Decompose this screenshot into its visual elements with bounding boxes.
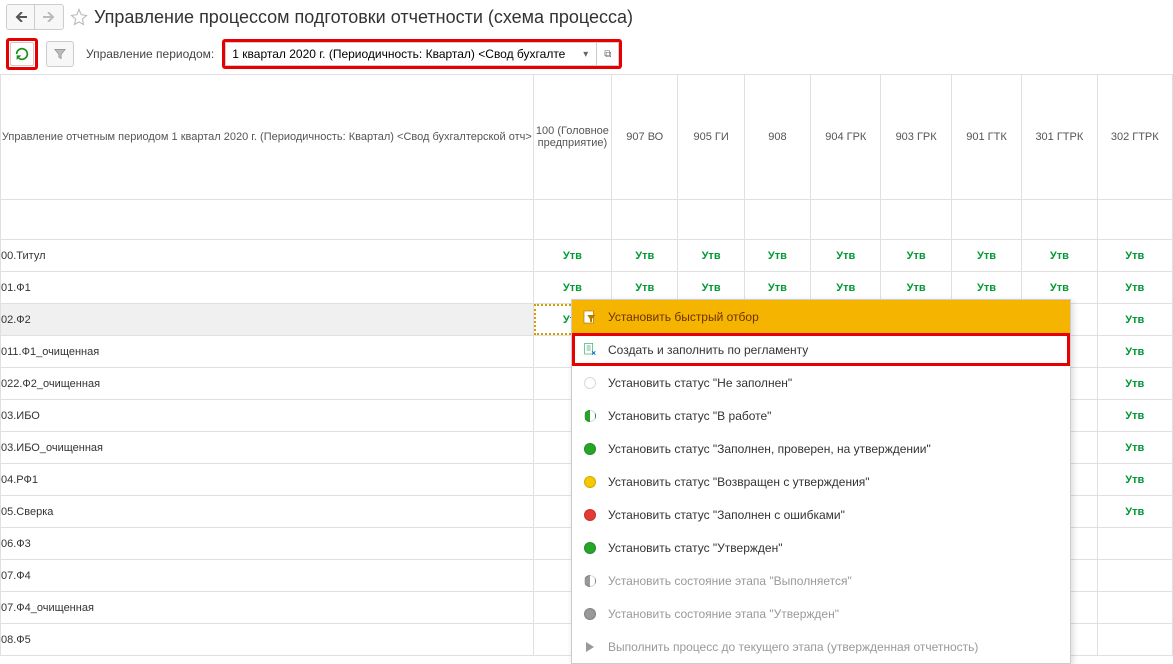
- context-menu-item-label: Выполнить процесс до текущего этапа (утв…: [608, 640, 978, 654]
- status-cell[interactable]: Утв: [1097, 304, 1172, 336]
- row-header[interactable]: 07.Ф4_очищенная: [1, 592, 534, 624]
- row-header[interactable]: 08.Ф5: [1, 624, 534, 656]
- context-menu-item-label: Установить статус "Утвержден": [608, 541, 782, 555]
- context-menu-item[interactable]: Установить статус "Утвержден": [572, 531, 1070, 564]
- context-menu-item-label: Установить статус "Заполнен с ошибками": [608, 508, 845, 522]
- refresh-button[interactable]: [10, 42, 34, 66]
- status-cell[interactable]: Утв: [1097, 272, 1172, 304]
- status-cell[interactable]: Утв: [1097, 432, 1172, 464]
- row-header[interactable]: 03.ИБО_очищенная: [1, 432, 534, 464]
- nav-back-forward: [6, 4, 64, 30]
- row-header[interactable]: 06.Ф3: [1, 528, 534, 560]
- context-menu-item: Выполнить процесс до текущего этапа (утв…: [572, 630, 1070, 663]
- refresh-icon: [14, 46, 30, 62]
- context-menu-item-label: Установить статус "В работе": [608, 409, 771, 423]
- status-cell[interactable]: Утв: [951, 240, 1021, 272]
- context-menu-item[interactable]: Установить статус "Заполнен с ошибками": [572, 498, 1070, 531]
- status-cell[interactable]: Утв: [1097, 464, 1172, 496]
- funnel-icon: [53, 47, 67, 61]
- status-cell[interactable]: Утв: [1022, 240, 1097, 272]
- status-dot-icon: [582, 441, 598, 457]
- context-menu-item-label: Установить статус "Возвращен с утвержден…: [608, 475, 870, 489]
- refresh-highlight: [6, 38, 38, 70]
- period-dropdown-button[interactable]: ▾: [575, 42, 597, 66]
- status-cell[interactable]: Утв: [1097, 240, 1172, 272]
- status-cell[interactable]: Утв: [881, 240, 951, 272]
- col-header[interactable]: 903 ГРК: [881, 75, 951, 200]
- context-menu-item[interactable]: Установить статус "Не заполнен": [572, 366, 1070, 399]
- status-dot-icon: [582, 606, 598, 622]
- status-cell[interactable]: Утв: [1097, 496, 1172, 528]
- status-dot-icon: [582, 540, 598, 556]
- status-cell[interactable]: [1097, 560, 1172, 592]
- period-label: Управление периодом:: [86, 47, 214, 61]
- col-header[interactable]: 302 ГТРК: [1097, 75, 1172, 200]
- status-cell[interactable]: Утв: [1097, 336, 1172, 368]
- status-dot-icon: [582, 375, 598, 391]
- col-header[interactable]: 907 ВО: [612, 75, 678, 200]
- context-menu: Установить быстрый отбор Создать и заполн…: [571, 299, 1071, 664]
- period-input[interactable]: [225, 42, 575, 66]
- context-menu-item[interactable]: Установить статус "В работе": [572, 399, 1070, 432]
- row-header[interactable]: 02.Ф2: [1, 304, 534, 336]
- status-cell[interactable]: [1097, 528, 1172, 560]
- favorite-star-icon[interactable]: [70, 8, 88, 26]
- col-header[interactable]: 301 ГТРК: [1022, 75, 1097, 200]
- context-menu-item-label: Установить состояние этапа "Выполняется": [608, 574, 852, 588]
- row-header[interactable]: 022.Ф2_очищенная: [1, 368, 534, 400]
- arrow-left-icon: [15, 12, 27, 22]
- quick-filter-icon: [582, 309, 598, 325]
- status-dot-icon: [582, 408, 598, 424]
- status-cell[interactable]: Утв: [1097, 368, 1172, 400]
- context-menu-item: Установить состояние этапа "Выполняется": [572, 564, 1070, 597]
- context-menu-item-label: Создать и заполнить по регламенту: [608, 343, 808, 357]
- status-dot-icon: [582, 474, 598, 490]
- context-menu-item-label: Установить состояние этапа "Утвержден": [608, 607, 839, 621]
- context-menu-item[interactable]: Установить статус "Возвращен с утвержден…: [572, 465, 1070, 498]
- col-header[interactable]: 901 ГТК: [951, 75, 1021, 200]
- row-header[interactable]: 07.Ф4: [1, 560, 534, 592]
- row-header[interactable]: 01.Ф1: [1, 272, 534, 304]
- status-cell[interactable]: Утв: [533, 240, 611, 272]
- context-menu-item-label: Установить статус "Заполнен, проверен, н…: [608, 442, 931, 456]
- col-header[interactable]: 908: [744, 75, 810, 200]
- col-header[interactable]: 904 ГРК: [811, 75, 881, 200]
- context-menu-item: Установить состояние этапа "Утвержден": [572, 597, 1070, 630]
- context-menu-item-label: Установить статус "Не заполнен": [608, 376, 792, 390]
- play-icon: [582, 639, 598, 655]
- forward-button[interactable]: [35, 5, 63, 29]
- period-select-highlight: ▾ ⧉: [222, 39, 622, 69]
- context-menu-item[interactable]: Установить быстрый отбор: [572, 300, 1070, 333]
- row-header[interactable]: 04.РФ1: [1, 464, 534, 496]
- status-dot-icon: [582, 507, 598, 523]
- caret-down-icon: ▾: [583, 49, 588, 60]
- status-dot-icon: [582, 573, 598, 589]
- context-menu-item-label: Установить быстрый отбор: [608, 310, 759, 324]
- page-title: Управление процессом подготовки отчетнос…: [94, 7, 633, 28]
- arrow-right-icon: [43, 12, 55, 22]
- back-button[interactable]: [7, 5, 35, 29]
- row-header[interactable]: 05.Сверка: [1, 496, 534, 528]
- create-fill-icon: [582, 342, 598, 358]
- popout-icon: ⧉: [604, 49, 611, 60]
- status-cell[interactable]: [1097, 592, 1172, 624]
- col-header[interactable]: 905 ГИ: [678, 75, 744, 200]
- status-cell[interactable]: Утв: [811, 240, 881, 272]
- row-header[interactable]: 03.ИБО: [1, 400, 534, 432]
- context-menu-item[interactable]: Создать и заполнить по регламенту: [572, 333, 1070, 366]
- status-cell[interactable]: Утв: [612, 240, 678, 272]
- status-cell[interactable]: Утв: [1097, 400, 1172, 432]
- period-open-button[interactable]: ⧉: [597, 42, 619, 66]
- col-header[interactable]: 100 (Головное предприятие): [533, 75, 611, 200]
- status-cell[interactable]: Утв: [744, 240, 810, 272]
- filter-button[interactable]: [46, 41, 74, 67]
- grid-corner-header: Управление отчетным периодом 1 квартал 2…: [1, 75, 534, 200]
- context-menu-item[interactable]: Установить статус "Заполнен, проверен, н…: [572, 432, 1070, 465]
- row-header[interactable]: 011.Ф1_очищенная: [1, 336, 534, 368]
- row-header[interactable]: 00.Титул: [1, 240, 534, 272]
- status-cell[interactable]: Утв: [678, 240, 744, 272]
- status-cell[interactable]: [1097, 624, 1172, 656]
